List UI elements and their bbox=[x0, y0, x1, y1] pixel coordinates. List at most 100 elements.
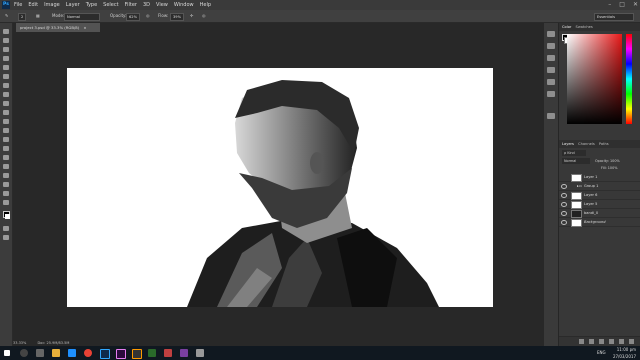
dodge-tool-icon[interactable] bbox=[3, 146, 9, 151]
properties-panel-icon[interactable] bbox=[547, 43, 555, 49]
layer-style-icon[interactable] bbox=[589, 339, 594, 344]
layer-row[interactable]: Layer 6 bbox=[559, 191, 640, 200]
layer-row[interactable]: Layer 5 bbox=[559, 200, 640, 209]
start-icon[interactable] bbox=[4, 350, 10, 356]
menu-view[interactable]: View bbox=[156, 0, 168, 10]
app-icon[interactable] bbox=[148, 349, 156, 357]
file-explorer-icon[interactable] bbox=[52, 349, 60, 357]
background-color-swatch[interactable] bbox=[5, 214, 10, 219]
app-icon[interactable] bbox=[180, 349, 188, 357]
layer-row[interactable]: bandi_0 bbox=[559, 209, 640, 218]
color-picker-field[interactable] bbox=[567, 34, 622, 124]
eraser-tool-icon[interactable] bbox=[3, 119, 9, 124]
zoom-tool-icon[interactable] bbox=[3, 200, 9, 205]
clock-date[interactable]: 27/03/2017 bbox=[613, 353, 636, 360]
layer-row[interactable]: ▸▭ Group 1 bbox=[559, 182, 640, 191]
type-tool-icon[interactable] bbox=[3, 164, 9, 169]
quick-mask-icon[interactable] bbox=[3, 226, 9, 231]
document-close-icon[interactable]: × bbox=[83, 25, 86, 30]
eyedropper-tool-icon[interactable] bbox=[3, 74, 9, 79]
brush-tool-icon[interactable]: ✎ bbox=[5, 10, 8, 22]
menu-edit[interactable]: Edit bbox=[28, 0, 38, 10]
opacity-field[interactable]: 62% bbox=[126, 13, 140, 21]
tab-paths[interactable]: Paths bbox=[599, 142, 609, 146]
workspace-select[interactable]: Essentials bbox=[594, 13, 634, 21]
crop-tool-icon[interactable] bbox=[3, 65, 9, 70]
airbrush-icon[interactable]: ✢ bbox=[190, 10, 193, 22]
flow-field[interactable]: 39% bbox=[170, 13, 184, 21]
brush-tool-icon[interactable] bbox=[3, 92, 9, 97]
close-button[interactable]: ✕ bbox=[633, 0, 638, 10]
brush-panel-icon[interactable]: ▦ bbox=[36, 10, 40, 22]
libraries-panel-icon[interactable] bbox=[547, 113, 555, 119]
lasso-tool-icon[interactable] bbox=[3, 47, 9, 52]
healing-tool-icon[interactable] bbox=[3, 83, 9, 88]
language-indicator[interactable]: ENG bbox=[597, 350, 606, 355]
visibility-eye-icon[interactable] bbox=[561, 202, 567, 207]
menu-select[interactable]: Select bbox=[103, 0, 118, 10]
menu-layer[interactable]: Layer bbox=[66, 0, 80, 10]
tab-swatches[interactable]: Swatches bbox=[576, 25, 593, 29]
app-icon[interactable] bbox=[196, 349, 204, 357]
character-panel-icon[interactable] bbox=[547, 79, 555, 85]
document-canvas[interactable] bbox=[67, 68, 493, 307]
screen-mode-icon[interactable] bbox=[3, 235, 9, 240]
hand-tool-icon[interactable] bbox=[3, 191, 9, 196]
paragraph-panel-icon[interactable] bbox=[547, 91, 555, 97]
app-icon[interactable] bbox=[164, 349, 172, 357]
link-layers-icon[interactable] bbox=[579, 339, 584, 344]
trash-icon[interactable] bbox=[629, 339, 634, 344]
minimize-button[interactable]: – bbox=[608, 0, 611, 10]
quick-select-tool-icon[interactable] bbox=[3, 56, 9, 61]
visibility-eye-icon[interactable] bbox=[561, 184, 567, 189]
menu-type[interactable]: Type bbox=[86, 0, 97, 10]
history-brush-tool-icon[interactable] bbox=[3, 110, 9, 115]
layer-row[interactable]: Layer 1 bbox=[559, 173, 640, 182]
edge-icon[interactable] bbox=[68, 349, 76, 357]
brush-presets-icon[interactable] bbox=[547, 67, 555, 73]
menu-filter[interactable]: Filter bbox=[125, 0, 137, 10]
adjustments-panel-icon[interactable] bbox=[547, 55, 555, 61]
gradient-tool-icon[interactable] bbox=[3, 128, 9, 133]
move-tool-icon[interactable] bbox=[3, 29, 9, 34]
history-panel-icon[interactable] bbox=[547, 31, 555, 37]
stamp-tool-icon[interactable] bbox=[3, 101, 9, 106]
task-view-icon[interactable] bbox=[36, 349, 44, 357]
menu-file[interactable]: File bbox=[14, 0, 22, 10]
zoom-level[interactable]: 33.33% bbox=[13, 341, 26, 345]
premiere-icon[interactable] bbox=[116, 349, 126, 359]
document-tab[interactable]: project 3.psd @ 33.3% (RGB/8) × bbox=[16, 23, 100, 32]
marquee-tool-icon[interactable] bbox=[3, 38, 9, 43]
layers-kind-filter[interactable]: ρ Kind bbox=[562, 150, 586, 156]
tab-layers[interactable]: Layers bbox=[562, 142, 574, 146]
pressure-size-icon[interactable]: ◎ bbox=[202, 10, 206, 22]
shape-tool-icon[interactable] bbox=[3, 182, 9, 187]
clock-time[interactable]: 11:00 pm bbox=[613, 346, 636, 353]
blur-tool-icon[interactable] bbox=[3, 137, 9, 142]
tab-channels[interactable]: Channels bbox=[578, 142, 595, 146]
menu-image[interactable]: Image bbox=[44, 0, 60, 10]
tab-color[interactable]: Color bbox=[562, 25, 571, 29]
photoshop-taskbar-icon[interactable] bbox=[100, 349, 110, 359]
menu-window[interactable]: Window bbox=[174, 0, 194, 10]
pressure-opacity-icon[interactable]: ◎ bbox=[146, 10, 150, 22]
pen-tool-icon[interactable] bbox=[3, 155, 9, 160]
visibility-eye-icon[interactable] bbox=[561, 220, 567, 225]
layers-fill-value[interactable]: 100% bbox=[608, 166, 618, 170]
brush-size-picker[interactable]: 2 bbox=[18, 13, 27, 21]
new-group-icon[interactable] bbox=[609, 339, 614, 344]
hue-slider[interactable] bbox=[626, 34, 632, 124]
layer-row[interactable]: Background bbox=[559, 218, 640, 227]
search-icon[interactable] bbox=[20, 349, 28, 357]
visibility-eye-icon[interactable] bbox=[561, 193, 567, 198]
layer-mask-icon[interactable] bbox=[599, 339, 604, 344]
maximize-button[interactable]: □ bbox=[619, 0, 625, 10]
path-select-tool-icon[interactable] bbox=[3, 173, 9, 178]
layers-blend-mode[interactable]: Normal bbox=[562, 158, 590, 164]
menu-3d[interactable]: 3D bbox=[143, 0, 150, 10]
new-layer-icon[interactable] bbox=[619, 339, 624, 344]
layers-opacity-value[interactable]: 100% bbox=[610, 159, 620, 163]
menu-help[interactable]: Help bbox=[200, 0, 211, 10]
illustrator-icon[interactable] bbox=[132, 349, 142, 359]
visibility-eye-icon[interactable] bbox=[561, 211, 567, 216]
